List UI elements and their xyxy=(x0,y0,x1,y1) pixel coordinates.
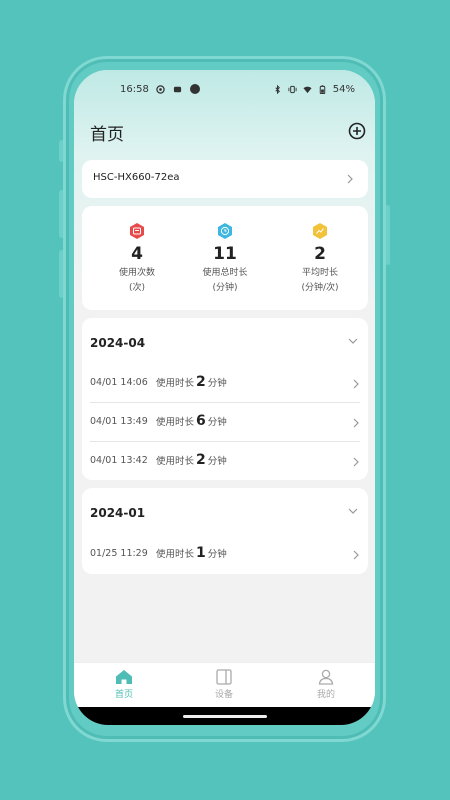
vibrate-icon xyxy=(288,85,297,94)
status-time: 16:58 xyxy=(120,84,149,95)
system-nav-bar xyxy=(74,707,375,725)
home-indicator[interactable] xyxy=(183,715,267,718)
battery-icon xyxy=(319,85,326,94)
divider xyxy=(90,441,360,442)
device-card[interactable]: HSC-HX660-72ea xyxy=(82,160,368,198)
record-datetime: 04/01 13:42 xyxy=(90,455,148,466)
tab-profile[interactable]: 我的 xyxy=(296,669,356,700)
stat-value: 2 xyxy=(314,244,326,264)
chevron-right-icon xyxy=(353,418,359,428)
chevron-down-icon[interactable] xyxy=(348,338,358,345)
stat-value: 4 xyxy=(131,244,143,264)
record-minutes: 2 xyxy=(196,452,206,468)
record-unit: 分钟 xyxy=(207,456,227,467)
status-notification-icons xyxy=(156,84,200,94)
record-datetime: 04/01 13:49 xyxy=(90,416,148,427)
status-bar: 16:58 54% xyxy=(74,84,375,98)
record-duration: 使用时长 1 分钟 xyxy=(156,545,227,561)
average-icon xyxy=(313,223,327,239)
month-title: 2024-01 xyxy=(90,506,146,520)
add-device-button[interactable] xyxy=(348,122,366,140)
wifi-icon xyxy=(303,86,312,94)
usage-stats-card: 4 使用次数 (次) 11 使用总时长 (分钟) 2 平均时长 (分钟/次) xyxy=(82,206,368,310)
record-duration: 使用时长 6 分钟 xyxy=(156,413,227,429)
usage-record[interactable]: 01/25 11:29 使用时长 1 分钟 xyxy=(90,536,360,574)
stat-total-duration: 11 使用总时长 (分钟) xyxy=(185,222,265,294)
stat-label: 平均时长 xyxy=(301,268,338,278)
chevron-right-icon xyxy=(347,174,353,184)
record-duration: 使用时长 2 分钟 xyxy=(156,452,227,468)
record-unit: 分钟 xyxy=(207,378,227,389)
battery-percent: 54% xyxy=(332,84,355,95)
usage-record[interactable]: 04/01 13:49 使用时长 6 分钟 xyxy=(90,404,360,442)
tab-label: 首页 xyxy=(114,690,133,700)
notification-icon xyxy=(156,84,165,94)
tab-label: 我的 xyxy=(316,690,335,700)
page-title: 首页 xyxy=(90,125,124,145)
record-minutes: 1 xyxy=(196,545,206,561)
tab-device[interactable]: 设备 xyxy=(194,669,254,700)
record-minutes: 2 xyxy=(196,374,206,390)
stat-value: 11 xyxy=(213,244,237,264)
chevron-right-icon xyxy=(353,379,359,389)
bottom-tab-bar: 首页 设备 我的 xyxy=(74,662,375,708)
profile-icon xyxy=(318,669,334,685)
month-group-card: 2024-04 04/01 14:06 使用时长 2 分钟 04/01 13:49 … xyxy=(82,318,368,480)
stat-unit: (分钟/次) xyxy=(301,283,339,293)
home-icon xyxy=(116,670,132,684)
stat-unit: (次) xyxy=(128,283,146,293)
stat-unit: (分钟) xyxy=(212,283,238,293)
record-duration-label: 使用时长 xyxy=(156,378,195,389)
record-duration: 使用时长 2 分钟 xyxy=(156,374,227,390)
usage-record[interactable]: 04/01 14:06 使用时长 2 分钟 xyxy=(90,365,360,403)
record-datetime: 04/01 14:06 xyxy=(90,377,148,388)
record-minutes: 6 xyxy=(196,413,206,429)
divider xyxy=(90,402,360,403)
bluetooth-icon xyxy=(275,85,280,94)
device-name: HSC-HX660-72ea xyxy=(93,172,180,183)
record-duration-label: 使用时长 xyxy=(156,456,195,467)
record-duration-label: 使用时长 xyxy=(156,549,195,560)
clock-icon xyxy=(218,223,232,239)
status-system-icons: 54% xyxy=(273,84,355,95)
tab-label: 设备 xyxy=(214,690,233,700)
camera-dot-icon xyxy=(190,84,200,94)
record-duration-label: 使用时长 xyxy=(156,417,195,428)
chevron-down-icon[interactable] xyxy=(348,508,358,515)
usage-count-icon xyxy=(130,223,144,239)
stat-usage-count: 4 使用次数 (次) xyxy=(97,222,177,294)
chevron-right-icon xyxy=(353,457,359,467)
app-screen: 16:58 54% 首页 HSC-HX660-72ea 4 使用次数 (次) 1… xyxy=(74,70,375,725)
chevron-right-icon xyxy=(353,550,359,560)
stat-label: 使用总时长 xyxy=(202,268,248,278)
message-icon xyxy=(173,86,182,92)
record-datetime: 01/25 11:29 xyxy=(90,548,148,559)
tab-home[interactable]: 首页 xyxy=(94,669,154,700)
stat-average-duration: 2 平均时长 (分钟/次) xyxy=(280,222,360,294)
stat-label: 使用次数 xyxy=(118,268,155,278)
record-unit: 分钟 xyxy=(207,417,227,428)
month-group-card: 2024-01 01/25 11:29 使用时长 1 分钟 xyxy=(82,488,368,574)
record-unit: 分钟 xyxy=(207,549,227,560)
device-icon xyxy=(216,669,232,685)
usage-record[interactable]: 04/01 13:42 使用时长 2 分钟 xyxy=(90,443,360,481)
month-title: 2024-04 xyxy=(90,336,146,350)
